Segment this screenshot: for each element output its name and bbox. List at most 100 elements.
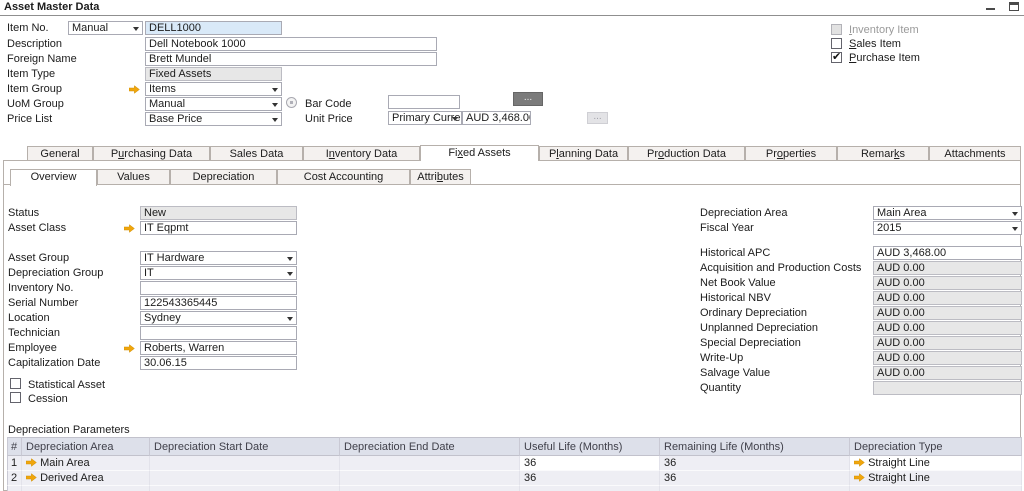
purchase-item-label: Purchase Item	[849, 52, 920, 65]
ordinary-depreciation-label: Ordinary Depreciation	[700, 307, 807, 320]
tab-fixed-assets[interactable]: Fixed Assets	[420, 145, 539, 161]
useful-life-cell[interactable]: 36	[520, 456, 660, 471]
subtab-cost-accounting[interactable]: Cost Accounting	[277, 169, 410, 185]
item-no-mode-select[interactable]: Manual	[68, 21, 143, 35]
item-type-label: Item Type	[7, 68, 55, 81]
tab-production-data[interactable]: Production Data	[628, 146, 745, 161]
statistical-asset-label: Statistical Asset	[28, 379, 105, 392]
capitalization-date-input[interactable]: 30.06.15	[140, 356, 297, 370]
start-date-cell[interactable]	[150, 456, 340, 471]
start-date-cell[interactable]	[150, 486, 340, 491]
asset-master-data-window: Asset Master Data Item No. Manual DELL10…	[0, 0, 1024, 491]
inventory-no-label: Inventory No.	[8, 282, 73, 295]
price-list-select[interactable]: Base Price	[145, 112, 282, 126]
item-no-input[interactable]: DELL1000	[145, 21, 282, 35]
useful-life-cell[interactable]: 36	[520, 471, 660, 486]
uom-group-select[interactable]: Manual	[145, 97, 282, 111]
row-num-cell[interactable]: 2	[7, 471, 22, 486]
link-arrow-icon[interactable]	[124, 343, 135, 355]
end-date-cell[interactable]	[340, 471, 520, 486]
start-date-cell[interactable]	[150, 471, 340, 486]
sales-item-checkbox[interactable]	[831, 38, 842, 49]
tab-remarks[interactable]: Remarks	[837, 146, 929, 161]
column-header-num: #	[7, 437, 22, 456]
description-input[interactable]: Dell Notebook 1000	[145, 37, 437, 51]
statistical-asset-checkbox[interactable]	[10, 378, 21, 389]
chevron-down-icon	[272, 118, 278, 122]
bar-code-input[interactable]	[388, 95, 460, 109]
uom-definition-icon[interactable]	[286, 97, 297, 108]
description-label: Description	[7, 38, 62, 51]
historical-apc-label: Historical APC	[700, 247, 770, 260]
useful-life-cell[interactable]	[520, 486, 660, 491]
status-field: New	[140, 206, 297, 220]
subtab-depreciation[interactable]: Depreciation	[170, 169, 277, 185]
column-header-area: Depreciation Area	[22, 437, 150, 456]
inventory-no-input[interactable]	[140, 281, 297, 295]
minimize-icon[interactable]	[986, 8, 995, 10]
link-arrow-icon	[854, 458, 865, 467]
historical-nbv-label: Historical NBV	[700, 292, 771, 305]
tab-properties[interactable]: Properties	[745, 146, 837, 161]
serial-number-input[interactable]: 122543365445	[140, 296, 297, 310]
link-arrow-icon[interactable]	[129, 84, 140, 96]
tab-planning-data[interactable]: Planning Data	[539, 146, 628, 161]
end-date-cell[interactable]	[340, 486, 520, 491]
column-header-useful-life: Useful Life (Months)	[520, 437, 660, 456]
special-depreciation-field: AUD 0.00	[873, 336, 1022, 350]
foreign-name-input[interactable]: Brett Mundel	[145, 52, 437, 66]
item-type-field: Fixed Assets	[145, 67, 282, 81]
unplanned-depreciation-label: Unplanned Depreciation	[700, 322, 818, 335]
location-select[interactable]: Sydney	[140, 311, 297, 325]
remaining-life-cell[interactable]: 36	[660, 456, 850, 471]
depreciation-type-cell[interactable]	[850, 486, 1022, 491]
tab-attachments[interactable]: Attachments	[929, 146, 1021, 161]
remaining-life-cell[interactable]: 36	[660, 471, 850, 486]
sales-item-label: Sales Item	[849, 38, 901, 51]
browse-button-secondary[interactable]: ...	[587, 112, 608, 124]
depreciation-group-select[interactable]: IT	[140, 266, 297, 280]
chevron-down-icon	[287, 317, 293, 321]
tab-sales-data[interactable]: Sales Data	[210, 146, 303, 161]
tab-purchasing-data[interactable]: Purchasing Data	[93, 146, 210, 161]
browse-button[interactable]: ...	[513, 92, 543, 106]
depreciation-area-cell[interactable]	[22, 486, 150, 491]
foreign-name-label: Foreign Name	[7, 53, 77, 66]
item-group-select[interactable]: Items	[145, 82, 282, 96]
unit-price-input[interactable]: AUD 3,468.00	[462, 111, 531, 125]
subtab-attributes[interactable]: Attributes	[410, 169, 471, 185]
technician-input[interactable]	[140, 326, 297, 340]
employee-input[interactable]: Roberts, Warren	[140, 341, 297, 355]
asset-group-select[interactable]: IT Hardware	[140, 251, 297, 265]
depreciation-area-cell[interactable]: Main Area	[22, 456, 150, 471]
quantity-label: Quantity	[700, 382, 741, 395]
row-num-cell[interactable]: 1	[7, 456, 22, 471]
unit-price-currency-select[interactable]: Primary Curre	[388, 111, 462, 125]
end-date-cell[interactable]	[340, 456, 520, 471]
column-header-start-date: Depreciation Start Date	[150, 437, 340, 456]
depreciation-type-cell[interactable]: Straight Line	[850, 471, 1022, 486]
tab-general[interactable]: General	[27, 146, 93, 161]
capitalization-date-label: Capitalization Date	[8, 357, 100, 370]
restore-icon[interactable]	[1009, 2, 1019, 11]
net-book-value-field: AUD 0.00	[873, 276, 1022, 290]
quantity-field	[873, 381, 1022, 395]
chevron-down-icon	[272, 88, 278, 92]
purchase-item-checkbox[interactable]	[831, 52, 842, 63]
link-arrow-icon[interactable]	[124, 223, 135, 235]
acquisition-costs-field: AUD 0.00	[873, 261, 1022, 275]
row-num-cell[interactable]	[7, 486, 22, 491]
tab-inventory-data[interactable]: Inventory Data	[303, 146, 420, 161]
status-label: Status	[8, 207, 39, 220]
remaining-life-cell[interactable]	[660, 486, 850, 491]
subtab-overview[interactable]: Overview	[10, 169, 97, 186]
historical-apc-input[interactable]: AUD 3,468.00	[873, 246, 1022, 260]
depreciation-area-select[interactable]: Main Area	[873, 206, 1022, 220]
link-arrow-icon	[26, 473, 37, 482]
fiscal-year-select[interactable]: 2015	[873, 221, 1022, 235]
depreciation-type-cell[interactable]: Straight Line	[850, 456, 1022, 471]
subtab-values[interactable]: Values	[97, 169, 170, 185]
cession-checkbox[interactable]	[10, 392, 21, 403]
depreciation-area-cell[interactable]: Derived Area	[22, 471, 150, 486]
asset-class-input[interactable]: IT Eqpmt	[140, 221, 297, 235]
